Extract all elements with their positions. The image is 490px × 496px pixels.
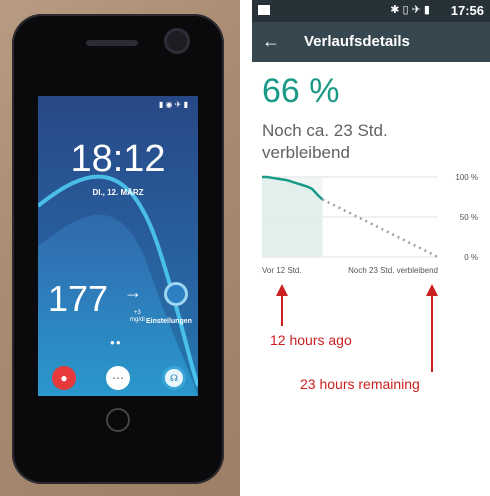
phone-screen: ▮ ◉ ✈ ▮ 18:12 DI., 12. MÄRZ 177 → +3 mg/…: [38, 96, 198, 396]
page-title: Verlaufsdetails: [304, 33, 410, 50]
status-icons: ✱ ▯ ✈ ▮: [390, 4, 430, 16]
annotation-arrowhead-left: [276, 284, 288, 296]
page-indicator: ●●: [110, 338, 122, 347]
back-arrow-icon[interactable]: ←: [262, 31, 280, 52]
chart-y-tick-label: 0 %: [464, 253, 478, 262]
battery-history-screen: ✱ ▯ ✈ ▮ 17:56 ← Verlaufsdetails 66 % Noc…: [252, 0, 490, 282]
home-button[interactable]: [106, 408, 130, 432]
phone-body: ▮ ◉ ✈ ▮ 18:12 DI., 12. MÄRZ 177 → +3 mg/…: [12, 14, 224, 484]
system-status-bar: ✱ ▯ ✈ ▮ 17:56: [252, 0, 490, 22]
battery-history-chart: 100 % 50 % 0 % Vor 12 Std. Noch 23 Std. ve…: [252, 165, 490, 282]
chart-x-label-start: Vor 12 Std.: [262, 266, 302, 275]
glucose-widget-value[interactable]: 177: [48, 278, 108, 320]
annotation-label-12-hours-ago: 12 hours ago: [270, 332, 352, 348]
gear-icon[interactable]: [164, 282, 188, 306]
settings-shortcut-label[interactable]: Einstellungen: [146, 318, 192, 325]
glucose-delta: +3 mg/dl: [130, 310, 145, 324]
phone-status-icons: ▮ ◉ ✈ ▮: [158, 100, 188, 109]
glucose-trend-arrow: →: [124, 282, 142, 302]
chart-y-tick-label: 50 %: [460, 213, 478, 222]
image-notification-icon: [258, 5, 270, 15]
lockscreen-clock: 18:12: [70, 138, 166, 180]
app-bar: ← Verlaufsdetails: [252, 22, 490, 62]
glucose-unit: mg/dl: [130, 317, 145, 323]
drop-icon[interactable]: ●: [52, 366, 76, 390]
earpiece: [86, 40, 138, 46]
annotation-label-23-hours-remaining: 23 hours remaining: [300, 376, 420, 392]
annotation-arrowhead-right: [426, 284, 438, 296]
battery-percent: 66 %: [262, 72, 340, 110]
front-camera: [164, 28, 190, 54]
apps-grid-icon[interactable]: ⋯: [106, 366, 130, 390]
lockscreen-date: DI., 12. MÄRZ: [92, 188, 144, 197]
chart-x-label-end: Noch 23 Std. verbleibend: [348, 266, 438, 275]
battery-remaining-text: Noch ca. 23 Std. verbleibend: [262, 121, 388, 162]
chart-y-tick-label: 100 %: [455, 173, 478, 182]
glucose-app-icon[interactable]: ☊: [162, 366, 186, 390]
status-time: 17:56: [450, 3, 484, 18]
glucose-delta-value: +3: [133, 310, 141, 316]
phone-photo: ▮ ◉ ✈ ▮ 18:12 DI., 12. MÄRZ 177 → +3 mg/…: [0, 0, 240, 496]
